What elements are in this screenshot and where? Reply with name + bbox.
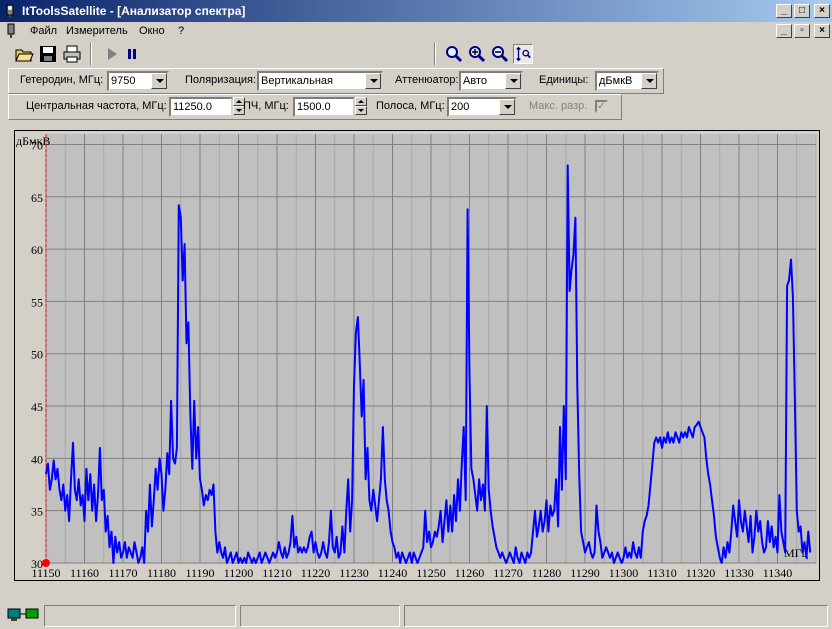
y-axis-label: дБмкВ xyxy=(16,134,50,148)
y-tick-label: 60 xyxy=(31,243,43,257)
menu-window[interactable]: Окно xyxy=(139,25,165,37)
spin-down-icon[interactable] xyxy=(355,106,367,115)
settings-row-2: Центральная частота, МГц: 11250.0 ПЧ, МГ… xyxy=(8,94,622,120)
zoom-out-icon[interactable] xyxy=(490,44,510,64)
chevron-down-icon[interactable] xyxy=(641,73,657,89)
y-tick-label: 65 xyxy=(31,191,43,205)
center-freq-input[interactable]: 11250.0 xyxy=(169,97,245,117)
marker-dot xyxy=(42,559,50,567)
app-icon xyxy=(6,4,14,18)
chevron-down-icon[interactable] xyxy=(505,73,521,89)
child-window-icon[interactable] xyxy=(6,23,18,39)
child-close-button[interactable]: × xyxy=(814,24,830,38)
chevron-down-icon[interactable] xyxy=(499,99,515,115)
att-value: Авто xyxy=(463,75,487,87)
center-freq-value: 11250.0 xyxy=(173,101,212,113)
lo-select[interactable]: 9750 xyxy=(107,71,169,91)
x-tick-label: 11310 xyxy=(647,566,677,580)
x-tick-label: 11160 xyxy=(70,566,99,580)
att-select[interactable]: Авто xyxy=(459,71,523,91)
x-tick-label: 11180 xyxy=(147,566,176,580)
x-tick-label: 11190 xyxy=(185,566,214,580)
y-tick-label: 35 xyxy=(31,505,43,519)
menu-meter[interactable]: Измеритель xyxy=(66,25,128,37)
x-tick-label: 11170 xyxy=(108,566,137,580)
x-tick-label: 11300 xyxy=(609,566,639,580)
y-tick-label: 55 xyxy=(31,295,43,309)
pol-value: Вертикальная xyxy=(261,75,333,87)
x-tick-label: 11280 xyxy=(532,566,562,580)
if-value: 1500.0 xyxy=(297,101,331,113)
connection-icon xyxy=(7,608,39,621)
units-select[interactable]: дБмкВ xyxy=(595,71,659,91)
if-input[interactable]: 1500.0 xyxy=(293,97,367,117)
center-freq-label: Центральная частота, МГц: xyxy=(26,100,167,112)
child-minimize-button[interactable]: _ xyxy=(776,24,792,38)
band-value: 200 xyxy=(451,101,470,113)
minimize-button[interactable]: _ xyxy=(776,4,792,18)
menu-file[interactable]: Файл xyxy=(30,25,57,37)
band-select[interactable]: 200 xyxy=(447,97,517,117)
x-tick-label: 11240 xyxy=(378,566,408,580)
x-tick-label: 11250 xyxy=(416,566,446,580)
child-restore-button[interactable]: ▫ xyxy=(794,24,810,38)
window-title: ItToolsSatellite - [Анализатор спектра] xyxy=(22,4,246,18)
band-label: Полоса, МГц: xyxy=(376,100,445,112)
att-label: Аттенюатор: xyxy=(395,74,459,86)
x-tick-label: 11320 xyxy=(686,566,716,580)
x-tick-label: 11220 xyxy=(301,566,331,580)
x-tick-label: 11270 xyxy=(493,566,523,580)
x-tick-label: 11340 xyxy=(763,566,793,580)
toolbar xyxy=(0,41,832,67)
title-bar: ItToolsSatellite - [Анализатор спектра] … xyxy=(0,0,832,22)
toolbar-separator xyxy=(90,43,92,65)
status-bar xyxy=(0,603,832,629)
chevron-down-icon[interactable] xyxy=(151,73,167,89)
x-tick-label: 11150 xyxy=(31,566,60,580)
toolbar-separator xyxy=(434,43,436,65)
pol-label: Поляризация: xyxy=(185,74,257,86)
x-tick-label: 11290 xyxy=(570,566,600,580)
units-value: дБмкВ xyxy=(599,75,633,87)
status-pane-2 xyxy=(240,605,400,627)
print-icon[interactable] xyxy=(62,44,82,64)
max-res-label: Макс. разр. xyxy=(529,100,588,112)
spectrum-plot[interactable]: 30354045505560657011150 11160 11170 11180 11… xyxy=(13,129,821,582)
close-button[interactable]: × xyxy=(814,4,830,18)
x-tick-label: 11210 xyxy=(262,566,292,580)
auto-scale-icon[interactable] xyxy=(513,44,533,64)
settings-row-1: Гетеродин, МГц: 9750 Поляризация: Вертик… xyxy=(8,68,664,94)
if-label: ПЧ, МГц: xyxy=(243,100,289,112)
x-tick-label: 11260 xyxy=(455,566,485,580)
status-pane-1 xyxy=(44,605,236,627)
zoom-icon[interactable] xyxy=(444,44,464,64)
x-tick-label: 11200 xyxy=(224,566,254,580)
units-label: Единицы: xyxy=(539,74,589,86)
max-res-checkbox[interactable]: ✓ xyxy=(595,100,608,113)
lo-value: 9750 xyxy=(111,75,136,87)
x-tick-label: 11230 xyxy=(339,566,369,580)
pause-icon[interactable] xyxy=(122,44,142,64)
spin-up-icon[interactable] xyxy=(355,97,367,106)
save-icon[interactable] xyxy=(38,44,58,64)
y-tick-label: 45 xyxy=(31,400,43,414)
y-tick-label: 50 xyxy=(31,348,43,362)
zoom-in-icon[interactable] xyxy=(467,44,487,64)
status-pane-3 xyxy=(404,605,828,627)
menu-help[interactable]: ? xyxy=(178,25,184,37)
x-tick-label: 11330 xyxy=(724,566,754,580)
lo-label: Гетеродин, МГц: xyxy=(20,74,104,86)
spectrum-chart: 30 35 40 45 50 55 60 65 70 11150 11160 11170 11180 11… xyxy=(13,129,821,582)
menu-bar: Файл Измеритель Окно ? _ ▫ × xyxy=(0,22,832,41)
pol-select[interactable]: Вертикальная xyxy=(257,71,383,91)
play-icon[interactable] xyxy=(102,44,122,64)
chevron-down-icon[interactable] xyxy=(365,73,381,89)
maximize-button[interactable]: □ xyxy=(794,4,810,18)
open-icon[interactable] xyxy=(14,44,34,64)
y-tick-label: 40 xyxy=(31,452,43,466)
